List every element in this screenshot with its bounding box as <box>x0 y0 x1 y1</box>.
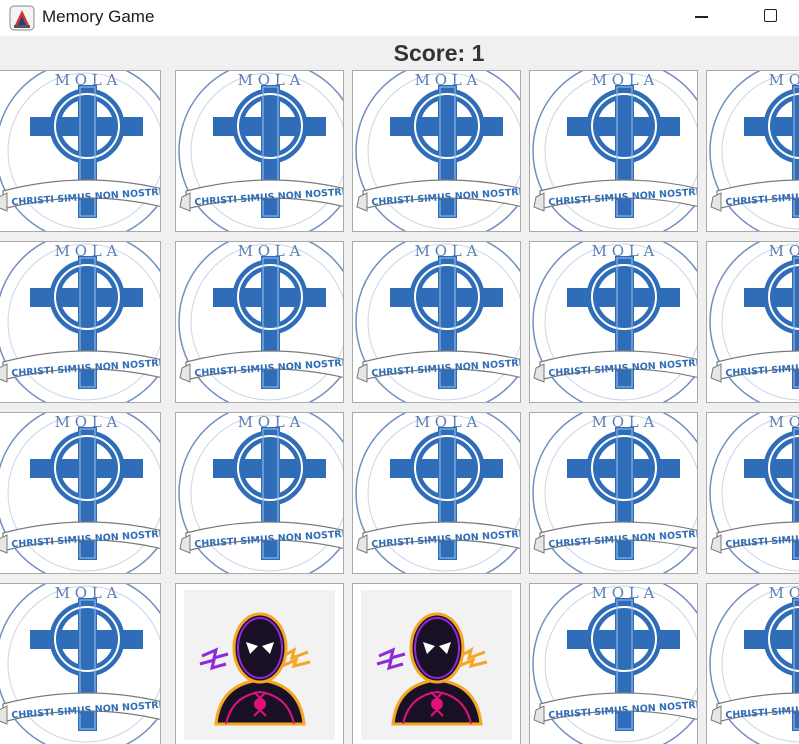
celtic-cross-icon: M O L A CHRISTI SIMUS NON NOSTRI <box>0 413 160 573</box>
memory-card-face-down[interactable]: M O L A CHRISTI SIMUS NON NOSTRI <box>706 583 799 744</box>
spider-hero-icon <box>361 590 512 740</box>
celtic-cross-icon: M O L A CHRISTI SIMUS NON NOSTRI <box>178 71 343 231</box>
celtic-cross-icon: M O L A CHRISTI SIMUS NON NOSTRI <box>709 413 799 573</box>
memory-card-face-down[interactable]: M O L A CHRISTI SIMUS NON NOSTRI <box>529 241 698 403</box>
memory-card-face-down[interactable]: M O L A CHRISTI SIMUS NON NOSTRI <box>529 70 698 232</box>
memory-card-revealed[interactable] <box>352 583 521 744</box>
celtic-cross-icon: M O L A CHRISTI SIMUS NON NOSTRI <box>178 242 343 402</box>
memory-card-revealed[interactable] <box>175 583 344 744</box>
celtic-cross-icon: M O L A CHRISTI SIMUS NON NOSTRI <box>532 584 697 744</box>
memory-card-face-down[interactable]: M O L A CHRISTI SIMUS NON NOSTRI <box>352 70 521 232</box>
memory-card-face-down[interactable]: M O L A CHRISTI SIMUS NON NOSTRI <box>706 70 799 232</box>
card-grid: M O L A CHRISTI SIMUS NON NOSTRI M O L A… <box>0 0 799 744</box>
celtic-cross-icon: M O L A CHRISTI SIMUS NON NOSTRI <box>532 242 697 402</box>
celtic-cross-icon: M O L A CHRISTI SIMUS NON NOSTRI <box>709 584 799 744</box>
memory-card-face-down[interactable]: M O L A CHRISTI SIMUS NON NOSTRI <box>529 412 698 574</box>
celtic-cross-icon: M O L A CHRISTI SIMUS NON NOSTRI <box>355 71 520 231</box>
memory-card-face-down[interactable]: M O L A CHRISTI SIMUS NON NOSTRI <box>706 412 799 574</box>
memory-card-face-down[interactable]: M O L A CHRISTI SIMUS NON NOSTRI <box>529 583 698 744</box>
memory-card-face-down[interactable]: M O L A CHRISTI SIMUS NON NOSTRI <box>0 70 161 232</box>
memory-card-face-down[interactable]: M O L A CHRISTI SIMUS NON NOSTRI <box>0 412 161 574</box>
celtic-cross-icon: M O L A CHRISTI SIMUS NON NOSTRI <box>532 71 697 231</box>
celtic-cross-icon: M O L A CHRISTI SIMUS NON NOSTRI <box>0 71 160 231</box>
memory-card-face-down[interactable]: M O L A CHRISTI SIMUS NON NOSTRI <box>0 241 161 403</box>
celtic-cross-icon: M O L A CHRISTI SIMUS NON NOSTRI <box>709 242 799 402</box>
celtic-cross-icon: M O L A CHRISTI SIMUS NON NOSTRI <box>355 413 520 573</box>
memory-card-face-down[interactable]: M O L A CHRISTI SIMUS NON NOSTRI <box>175 412 344 574</box>
celtic-cross-icon: M O L A CHRISTI SIMUS NON NOSTRI <box>0 242 160 402</box>
memory-card-face-down[interactable]: M O L A CHRISTI SIMUS NON NOSTRI <box>175 70 344 232</box>
memory-card-face-down[interactable]: M O L A CHRISTI SIMUS NON NOSTRI <box>175 241 344 403</box>
celtic-cross-icon: M O L A CHRISTI SIMUS NON NOSTRI <box>0 584 160 744</box>
memory-card-face-down[interactable]: M O L A CHRISTI SIMUS NON NOSTRI <box>706 241 799 403</box>
memory-card-face-down[interactable]: M O L A CHRISTI SIMUS NON NOSTRI <box>0 583 161 744</box>
celtic-cross-icon: M O L A CHRISTI SIMUS NON NOSTRI <box>709 71 799 231</box>
celtic-cross-icon: M O L A CHRISTI SIMUS NON NOSTRI <box>355 242 520 402</box>
memory-card-face-down[interactable]: M O L A CHRISTI SIMUS NON NOSTRI <box>352 241 521 403</box>
celtic-cross-icon: M O L A CHRISTI SIMUS NON NOSTRI <box>532 413 697 573</box>
spider-hero-icon <box>184 590 335 740</box>
memory-card-face-down[interactable]: M O L A CHRISTI SIMUS NON NOSTRI <box>352 412 521 574</box>
celtic-cross-icon: M O L A CHRISTI SIMUS NON NOSTRI <box>178 413 343 573</box>
